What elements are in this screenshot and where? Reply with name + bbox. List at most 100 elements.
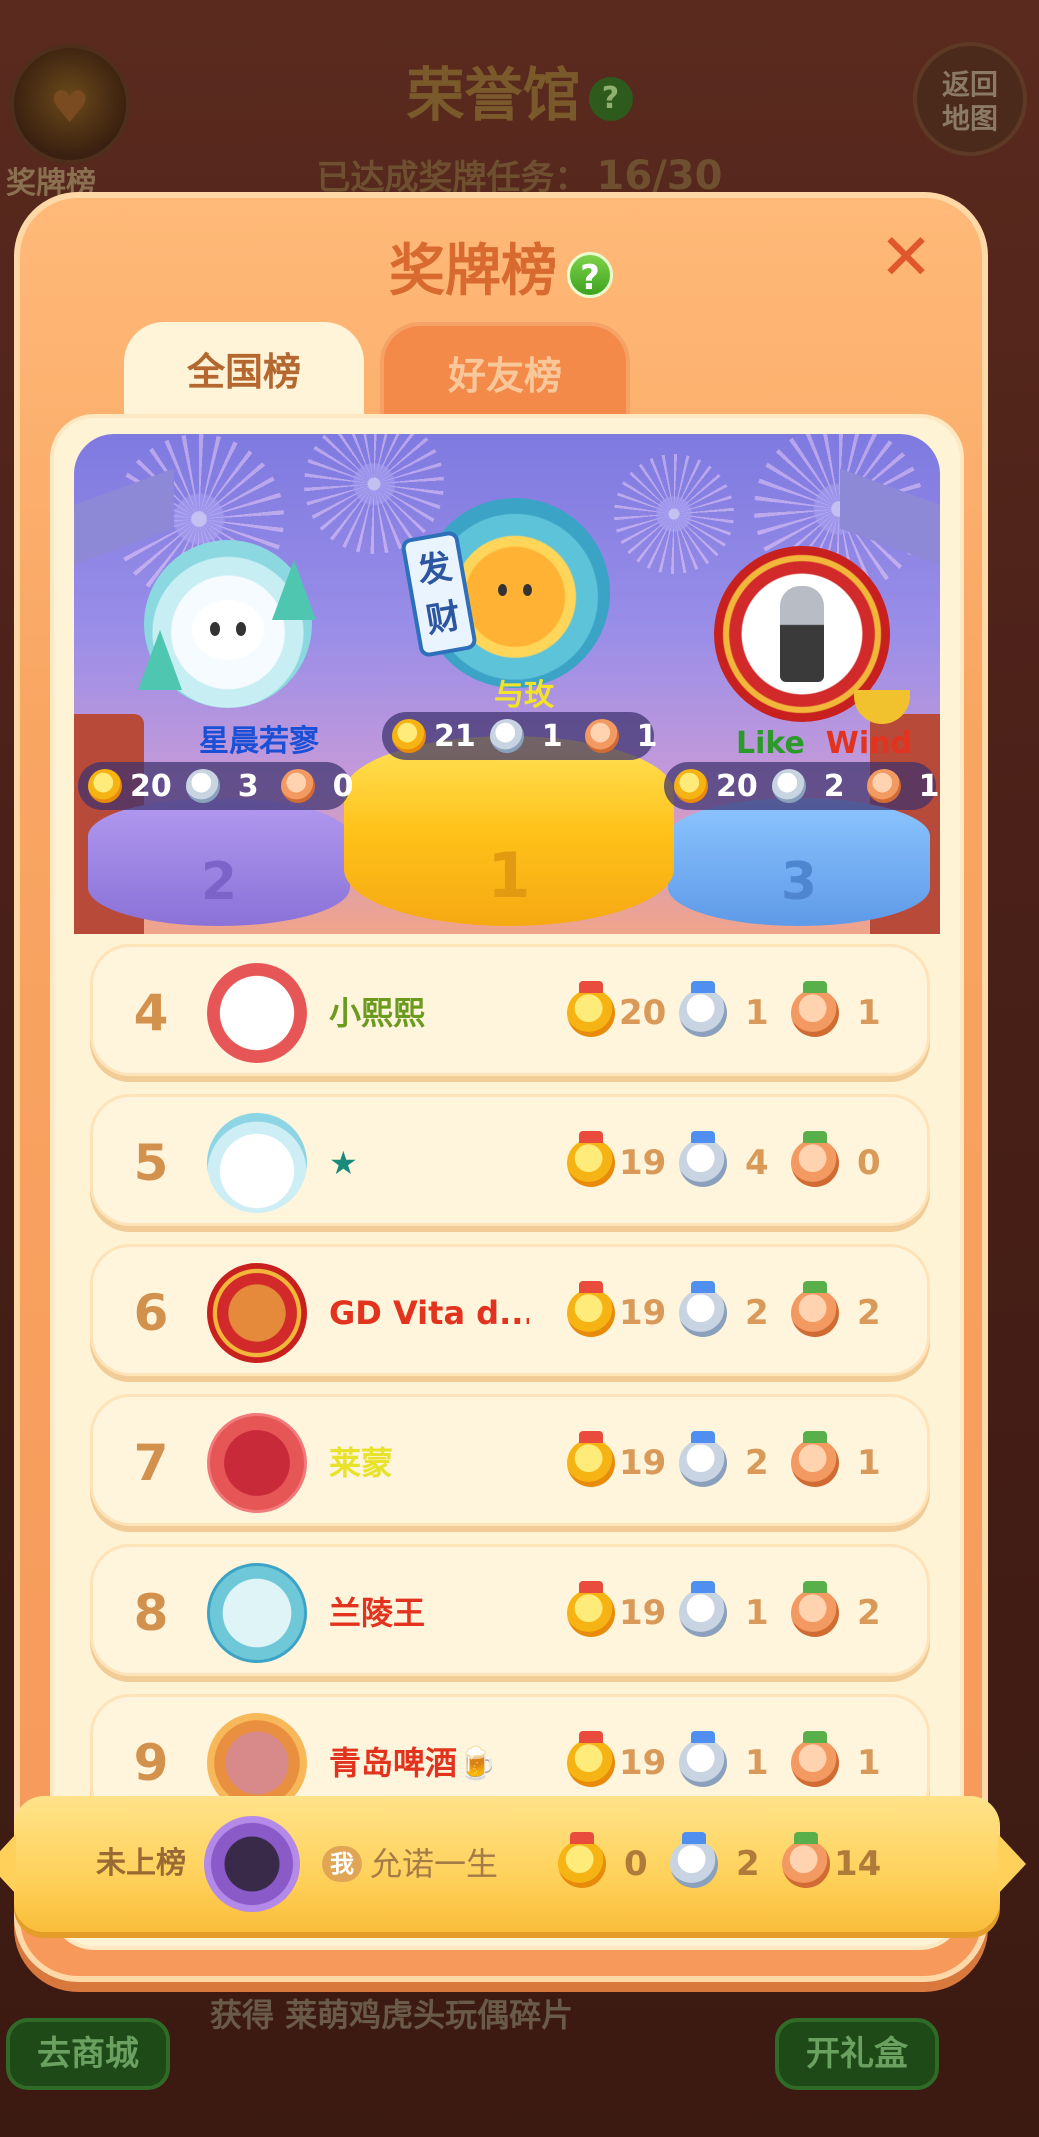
tab-national[interactable]: 全国榜 — [124, 322, 364, 422]
gold-medal-icon — [567, 1281, 615, 1337]
podium-second-name: 星晨若寥 — [199, 724, 319, 759]
silver-count: 2 — [745, 1293, 769, 1333]
reward-hint: 获得 莱萌鸡虎头玩偶碎片 — [210, 1996, 574, 2034]
player-name: GD Vita d... — [329, 1294, 529, 1332]
leaderboard-panel: 2 3 1 发财 星晨若寥 与玫 Like Wind 20 3 0 21 1 1… — [50, 414, 964, 1950]
silver-stat: 2 — [679, 1431, 791, 1487]
gold-stat: 19 — [567, 1131, 679, 1187]
gold-medal-icon — [88, 769, 122, 803]
ghost-face — [192, 600, 264, 660]
bronze-medal-icon — [791, 1731, 839, 1787]
bronze-count: 2 — [857, 1293, 881, 1333]
bronze-count: 1 — [918, 768, 940, 804]
avatar[interactable] — [207, 1413, 307, 1513]
bronze-stat: 2 — [791, 1281, 903, 1337]
tree-decoration — [138, 630, 182, 690]
leaderboard-row[interactable]: 5 ★ 19 4 0 — [90, 1094, 930, 1226]
bronze-count: 1 — [857, 993, 881, 1033]
go-shop-button: 去商城 — [6, 2018, 170, 2090]
silver-stat: 2 — [679, 1281, 791, 1337]
bronze-medal-icon — [791, 1581, 839, 1637]
leaderboard-row[interactable]: 7 莱蒙 19 2 1 — [90, 1394, 930, 1526]
me-badge: 我 — [322, 1846, 362, 1882]
rank-number: 4 — [133, 984, 169, 1042]
bronze-count: 2 — [857, 1593, 881, 1633]
bronze-count: 1 — [857, 1443, 881, 1483]
podium-stage: 2 3 1 发财 星晨若寥 与玫 Like Wind 20 3 0 21 1 1… — [74, 434, 940, 934]
podium-second-number: 2 — [200, 852, 238, 912]
help-icon[interactable]: ? — [567, 251, 613, 298]
avatar[interactable] — [207, 1263, 307, 1363]
silver-count: 2 — [745, 1443, 769, 1483]
avatar[interactable] — [207, 1563, 307, 1663]
rank-number: 5 — [133, 1134, 169, 1192]
gold-stat: 19 — [567, 1731, 679, 1787]
gold-stat: 19 — [567, 1431, 679, 1487]
gold-count: 19 — [619, 1143, 667, 1183]
silver-medal-icon — [771, 769, 806, 803]
my-rank-status: 未上榜 — [96, 1846, 186, 1881]
bronze-stat: 1 — [791, 1431, 903, 1487]
my-name: 允诺一生 — [370, 1845, 499, 1883]
my-medal-stats: 0 2 14 — [558, 1796, 894, 1932]
gold-medal-icon — [392, 719, 426, 753]
tab-friends[interactable]: 好友榜 — [380, 322, 630, 422]
player-name: 小熙熙 — [329, 994, 426, 1032]
player-name: 莱蒙 — [329, 1444, 394, 1482]
silver-medal-icon — [679, 1731, 727, 1787]
leaderboard-row[interactable]: 8 兰陵王 19 1 2 — [90, 1544, 930, 1676]
medal-stats: 19 4 0 — [567, 1097, 903, 1229]
silver-stat: 4 — [679, 1131, 791, 1187]
bronze-count: 1 — [857, 1743, 881, 1783]
modal-title-text: 奖牌榜 — [389, 239, 557, 304]
podium-second-avatar[interactable] — [138, 540, 316, 708]
bronze-stat: 14 — [782, 1832, 894, 1888]
sun-face — [484, 564, 546, 624]
gold-medal-icon — [558, 1832, 606, 1888]
bronze-medal-icon — [782, 1832, 830, 1888]
gold-count: 20 — [716, 768, 758, 804]
silver-stat: 1 — [679, 1581, 791, 1637]
rank-number: 8 — [133, 1584, 169, 1642]
silver-medal-icon — [679, 1281, 727, 1337]
silver-medal-icon — [185, 769, 220, 803]
bronze-medal-icon — [866, 769, 901, 803]
podium-third-name: Like Wind — [724, 726, 924, 761]
bronze-count: 0 — [857, 1143, 881, 1183]
zombie-figure — [780, 586, 824, 682]
my-avatar[interactable] — [204, 1816, 300, 1912]
avatar[interactable] — [207, 1113, 307, 1213]
podium-first-name: 与玫 — [494, 678, 554, 713]
silver-count: 1 — [541, 718, 563, 754]
gold-count: 0 — [624, 1844, 648, 1884]
gold-stat: 19 — [567, 1281, 679, 1337]
leaderboard-row[interactable]: 6 GD Vita d... 19 2 2 — [90, 1244, 930, 1376]
bronze-medal-icon — [791, 981, 839, 1037]
silver-medal-icon — [489, 719, 524, 753]
gold-count: 19 — [619, 1293, 667, 1333]
podium-third-name-part2: Wind — [825, 726, 912, 761]
podium-first-stats: 21 1 1 — [382, 712, 658, 760]
silver-stat: 2 — [670, 1832, 782, 1888]
bronze-medal-icon — [791, 1281, 839, 1337]
close-icon[interactable]: ✕ — [876, 226, 936, 290]
gold-count: 19 — [619, 1443, 667, 1483]
my-rank-bar: 未上榜 我 允诺一生 0 2 14 — [0, 1796, 1026, 1932]
gold-count: 21 — [434, 718, 476, 754]
bronze-stat: 1 — [791, 981, 903, 1037]
leaderboard-row[interactable]: 4 小熙熙 20 1 1 — [90, 944, 930, 1076]
silver-count: 4 — [745, 1143, 769, 1183]
modal-title: 奖牌榜? — [20, 226, 982, 307]
rank-number: 7 — [133, 1434, 169, 1492]
medal-leaderboard-modal: 奖牌榜? ✕ 全国榜 好友榜 2 3 1 发财 星晨若寥 与玫 Like Win… — [0, 192, 1026, 1982]
gold-medal-icon — [567, 1731, 615, 1787]
podium-second-stats: 20 3 0 — [78, 762, 354, 810]
bronze-medal-icon — [584, 719, 619, 753]
avatar[interactable] — [207, 963, 307, 1063]
bronze-medal-icon — [280, 769, 315, 803]
silver-count: 1 — [745, 993, 769, 1033]
silver-count: 2 — [823, 768, 845, 804]
bronze-stat: 1 — [791, 1731, 903, 1787]
podium-third-plinth: 3 — [668, 798, 930, 926]
gold-count: 19 — [619, 1743, 667, 1783]
